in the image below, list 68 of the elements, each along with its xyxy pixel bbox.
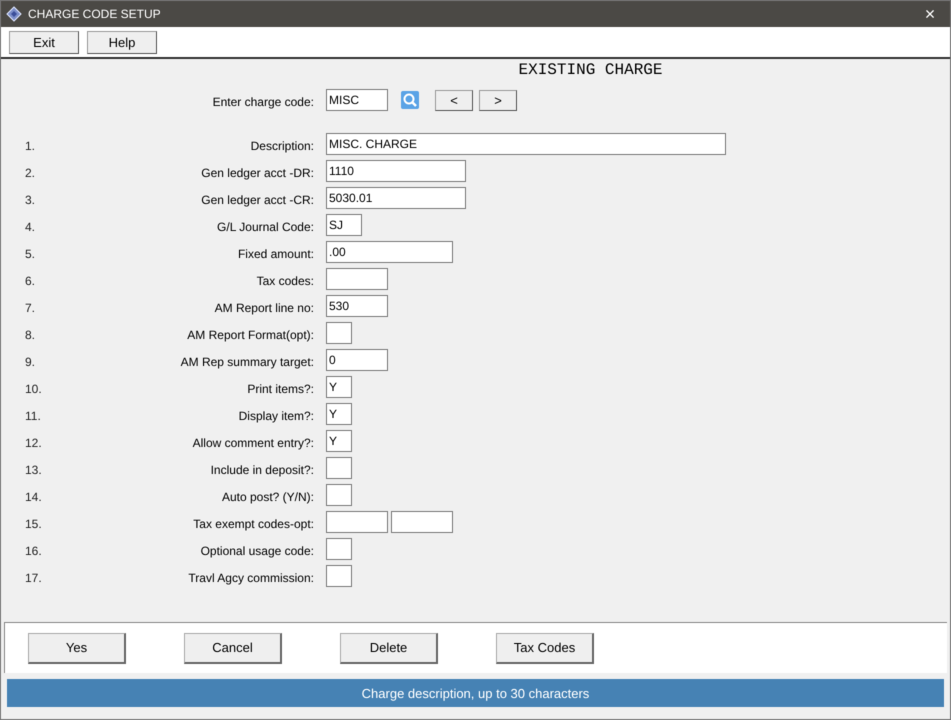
input-field[interactable]	[326, 564, 352, 586]
field-number: 10.	[24, 382, 43, 396]
field-label: Enter charge code:	[212, 95, 314, 109]
input-field[interactable]	[391, 510, 453, 532]
input-field[interactable]	[326, 538, 352, 560]
field-number: 5.	[24, 246, 36, 260]
field-label: Tax codes:	[256, 274, 314, 288]
field-number: 2.	[24, 166, 36, 180]
toolbar-button[interactable]: Help	[87, 30, 157, 54]
previous-button[interactable]: <	[435, 90, 473, 110]
window-title: CHARGE CODE SETUP	[28, 7, 162, 21]
input-field[interactable]: 1110	[326, 160, 466, 182]
input-field[interactable]: 5030.01	[326, 186, 466, 208]
field-number: 1.	[24, 138, 36, 152]
charge-code-field[interactable]: MISC	[326, 89, 388, 111]
action-button[interactable]: Delete	[340, 632, 438, 664]
field-number: 7.	[24, 300, 36, 314]
input-field[interactable]: Y	[326, 430, 352, 452]
field-label: Travl Agcy commission:	[187, 570, 314, 584]
field-number: 13.	[24, 462, 43, 476]
field-number: 15.	[24, 516, 43, 530]
close-button[interactable]: ×	[910, 1, 950, 27]
field-label: Include in deposit?:	[210, 462, 314, 476]
field-label: Allow comment entry?:	[192, 436, 314, 450]
field-label: AM Report Format(opt):	[186, 328, 314, 342]
field-label: Tax exempt codes-opt:	[192, 516, 314, 530]
action-button[interactable]: Yes	[28, 632, 126, 664]
field-label: AM Rep summary target:	[180, 354, 314, 368]
input-field[interactable]	[326, 510, 388, 532]
input-field[interactable]: Y	[326, 376, 352, 398]
input-field[interactable]: SJ	[326, 214, 362, 236]
field-label: Gen ledger acct -DR:	[200, 166, 314, 180]
next-button[interactable]: >	[479, 90, 517, 110]
field-label: Display item?:	[238, 408, 314, 422]
field-label: Auto post? (Y/N):	[220, 490, 314, 504]
field-number: 3.	[24, 192, 36, 206]
status-bar: Charge description, up to 30 characters	[7, 679, 944, 707]
action-button[interactable]: Tax Codes	[496, 632, 594, 664]
field-label: Description:	[250, 138, 314, 152]
app-icon	[6, 6, 22, 22]
input-field[interactable]	[326, 268, 388, 290]
field-label: Fixed amount:	[236, 246, 314, 260]
form-heading: EXISTING CHARGE	[517, 61, 664, 81]
field-number: 12.	[24, 436, 43, 450]
field-number: 9.	[24, 354, 36, 368]
field-number: 14.	[24, 490, 43, 504]
field-label: Print items?:	[246, 382, 314, 396]
field-label: Gen ledger acct -CR:	[200, 192, 314, 206]
input-field[interactable]	[326, 456, 352, 478]
field-number: 6.	[24, 274, 36, 288]
field-number: 8.	[24, 328, 36, 342]
field-number: 16.	[24, 544, 43, 558]
field-number: 17.	[24, 570, 43, 584]
input-field[interactable]	[326, 322, 352, 344]
field-label: Optional usage code:	[200, 544, 314, 558]
input-field[interactable]: 0	[326, 348, 388, 370]
input-field[interactable]: Y	[326, 402, 352, 424]
toolbar-button[interactable]: Exit	[9, 30, 79, 54]
field-label: G/L Journal Code:	[216, 220, 314, 234]
input-field[interactable]: MISC. CHARGE	[326, 132, 726, 154]
field-label: AM Report line no:	[214, 300, 314, 314]
input-field[interactable]	[326, 484, 352, 506]
input-field[interactable]: 530	[326, 294, 388, 316]
action-button[interactable]: Cancel	[184, 632, 282, 664]
search-icon[interactable]	[401, 91, 419, 109]
input-field[interactable]: .00	[326, 240, 453, 262]
field-number: 4.	[24, 220, 36, 234]
field-number: 11.	[24, 408, 42, 422]
